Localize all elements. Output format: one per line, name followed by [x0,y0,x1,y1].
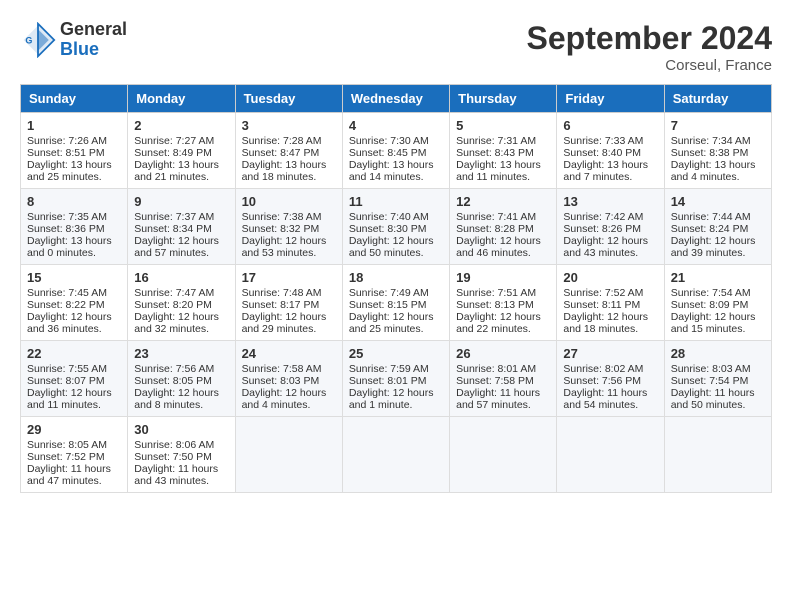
col-sunday: Sunday [21,85,128,113]
calendar-row-1: 1 Sunrise: 7:26 AM Sunset: 8:51 PM Dayli… [21,113,772,189]
logo: G General Blue [20,20,127,60]
day-15: 15 Sunrise: 7:45 AM Sunset: 8:22 PM Dayl… [21,265,128,341]
location: Corseul, France [527,57,772,74]
day-29: 29 Sunrise: 8:05 AM Sunset: 7:52 PM Dayl… [21,417,128,493]
empty-cell-4 [557,417,664,493]
calendar: Sunday Monday Tuesday Wednesday Thursday… [20,84,772,493]
empty-cell-3 [450,417,557,493]
day-26: 26 Sunrise: 8:01 AM Sunset: 7:58 PM Dayl… [450,341,557,417]
day-7: 7 Sunrise: 7:34 AM Sunset: 8:38 PM Dayli… [664,113,771,189]
month-title: September 2024 [527,20,772,57]
day-11: 11 Sunrise: 7:40 AM Sunset: 8:30 PM Dayl… [342,189,449,265]
day-20: 20 Sunrise: 7:52 AM Sunset: 8:11 PM Dayl… [557,265,664,341]
day-14: 14 Sunrise: 7:44 AM Sunset: 8:24 PM Dayl… [664,189,771,265]
day-23: 23 Sunrise: 7:56 AM Sunset: 8:05 PM Dayl… [128,341,235,417]
day-30: 30 Sunrise: 8:06 AM Sunset: 7:50 PM Dayl… [128,417,235,493]
day-8: 8 Sunrise: 7:35 AM Sunset: 8:36 PM Dayli… [21,189,128,265]
day-24: 24 Sunrise: 7:58 AM Sunset: 8:03 PM Dayl… [235,341,342,417]
day-21: 21 Sunrise: 7:54 AM Sunset: 8:09 PM Dayl… [664,265,771,341]
day-2: 2 Sunrise: 7:27 AM Sunset: 8:49 PM Dayli… [128,113,235,189]
day-27: 27 Sunrise: 8:02 AM Sunset: 7:56 PM Dayl… [557,341,664,417]
logo-text: General Blue [60,20,127,60]
calendar-row-3: 15 Sunrise: 7:45 AM Sunset: 8:22 PM Dayl… [21,265,772,341]
col-monday: Monday [128,85,235,113]
col-tuesday: Tuesday [235,85,342,113]
day-9: 9 Sunrise: 7:37 AM Sunset: 8:34 PM Dayli… [128,189,235,265]
day-13: 13 Sunrise: 7:42 AM Sunset: 8:26 PM Dayl… [557,189,664,265]
title-block: September 2024 Corseul, France [527,20,772,74]
empty-cell-5 [664,417,771,493]
col-thursday: Thursday [450,85,557,113]
calendar-row-2: 8 Sunrise: 7:35 AM Sunset: 8:36 PM Dayli… [21,189,772,265]
day-5: 5 Sunrise: 7:31 AM Sunset: 8:43 PM Dayli… [450,113,557,189]
col-wednesday: Wednesday [342,85,449,113]
calendar-row-5: 29 Sunrise: 8:05 AM Sunset: 7:52 PM Dayl… [21,417,772,493]
day-19: 19 Sunrise: 7:51 AM Sunset: 8:13 PM Dayl… [450,265,557,341]
logo-icon: G [20,22,56,58]
day-1: 1 Sunrise: 7:26 AM Sunset: 8:51 PM Dayli… [21,113,128,189]
calendar-row-4: 22 Sunrise: 7:55 AM Sunset: 8:07 PM Dayl… [21,341,772,417]
day-10: 10 Sunrise: 7:38 AM Sunset: 8:32 PM Dayl… [235,189,342,265]
page-header: G General Blue September 2024 Corseul, F… [20,20,772,74]
empty-cell-1 [235,417,342,493]
day-17: 17 Sunrise: 7:48 AM Sunset: 8:17 PM Dayl… [235,265,342,341]
day-18: 18 Sunrise: 7:49 AM Sunset: 8:15 PM Dayl… [342,265,449,341]
day-4: 4 Sunrise: 7:30 AM Sunset: 8:45 PM Dayli… [342,113,449,189]
day-3: 3 Sunrise: 7:28 AM Sunset: 8:47 PM Dayli… [235,113,342,189]
day-22: 22 Sunrise: 7:55 AM Sunset: 8:07 PM Dayl… [21,341,128,417]
col-friday: Friday [557,85,664,113]
empty-cell-2 [342,417,449,493]
day-6: 6 Sunrise: 7:33 AM Sunset: 8:40 PM Dayli… [557,113,664,189]
day-25: 25 Sunrise: 7:59 AM Sunset: 8:01 PM Dayl… [342,341,449,417]
svg-text:G: G [25,35,32,45]
day-16: 16 Sunrise: 7:47 AM Sunset: 8:20 PM Dayl… [128,265,235,341]
calendar-header-row: Sunday Monday Tuesday Wednesday Thursday… [21,85,772,113]
day-12: 12 Sunrise: 7:41 AM Sunset: 8:28 PM Dayl… [450,189,557,265]
day-28: 28 Sunrise: 8:03 AM Sunset: 7:54 PM Dayl… [664,341,771,417]
col-saturday: Saturday [664,85,771,113]
